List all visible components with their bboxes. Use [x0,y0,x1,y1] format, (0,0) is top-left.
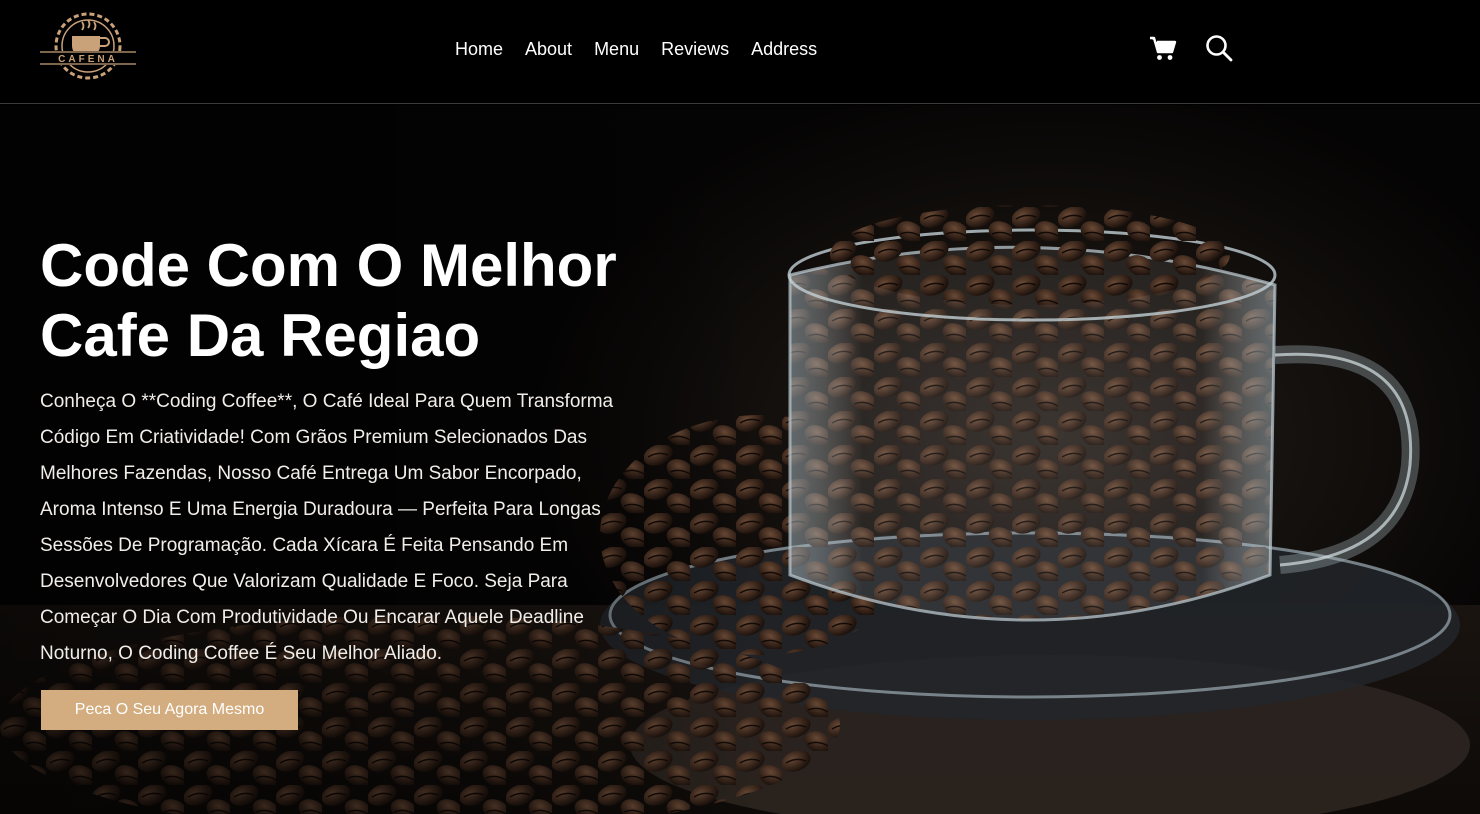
cart-icon[interactable] [1148,33,1178,63]
logo-badge-icon: CAFENA [40,12,136,80]
nav-link-menu[interactable]: Menu [594,38,639,60]
hero-title-line-1: Code Com O Melhor [40,232,617,299]
search-icon[interactable] [1204,33,1234,63]
nav-link-about[interactable]: About [525,38,572,60]
hero-section: Code Com O Melhor Cafe Da Regiao Conheça… [0,105,1480,814]
nav-link-address[interactable]: Address [751,38,817,60]
hero-title: Code Com O Melhor Cafe Da Regiao [40,231,660,371]
hero-title-line-2: Cafe Da Regiao [40,302,481,369]
order-now-button[interactable]: Peca O Seu Agora Mesmo [41,690,298,730]
nav-link-home[interactable]: Home [455,38,503,60]
nav-link-reviews[interactable]: Reviews [661,38,729,60]
site-header: CAFENA Home About Menu Reviews Address [0,0,1480,104]
header-actions [1148,33,1234,63]
logo-text: CAFENA [58,54,118,65]
cafena-logo[interactable]: CAFENA [40,8,136,88]
main-nav: Home About Menu Reviews Address [455,38,839,60]
hero-description: Conheça O **Coding Coffee**, O Café Idea… [40,391,614,664]
